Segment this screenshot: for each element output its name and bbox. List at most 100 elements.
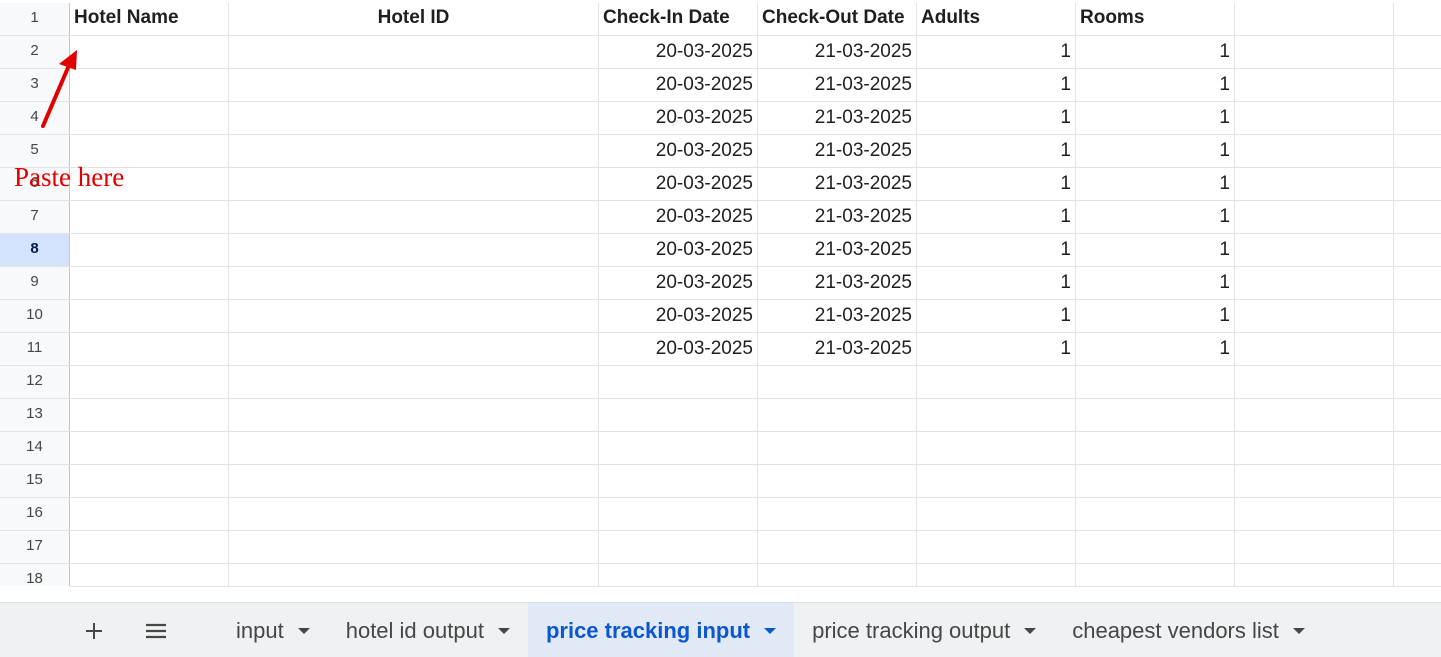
check-in-cell[interactable]: 20-03-2025 xyxy=(599,201,758,233)
row-number[interactable]: 12 xyxy=(0,366,70,398)
check-in-cell[interactable]: 20-03-2025 xyxy=(599,135,758,167)
check-out-cell[interactable]: 21-03-2025 xyxy=(758,201,917,233)
adults-cell[interactable]: 1 xyxy=(917,102,1076,134)
grid-cell[interactable] xyxy=(599,498,758,530)
grid-cell[interactable] xyxy=(1394,564,1441,586)
grid-cell[interactable] xyxy=(917,366,1076,398)
row-number[interactable]: 10 xyxy=(0,300,70,332)
row-number[interactable]: 14 xyxy=(0,432,70,464)
header-check-in-date[interactable]: Check-In Date xyxy=(599,3,758,35)
rooms-cell[interactable]: 1 xyxy=(1076,267,1235,299)
grid-cell[interactable] xyxy=(1235,564,1394,586)
check-out-cell[interactable]: 21-03-2025 xyxy=(758,102,917,134)
grid-cell[interactable] xyxy=(599,399,758,431)
grid-cell[interactable] xyxy=(1235,36,1394,68)
check-out-cell[interactable]: 21-03-2025 xyxy=(758,36,917,68)
grid-cell[interactable] xyxy=(70,366,229,398)
grid-cell[interactable] xyxy=(1394,333,1441,365)
check-out-cell[interactable]: 21-03-2025 xyxy=(758,333,917,365)
hotel-id-cell[interactable] xyxy=(229,267,599,299)
grid-cell[interactable] xyxy=(1394,399,1441,431)
grid-cell[interactable] xyxy=(1235,234,1394,266)
grid-cell[interactable] xyxy=(229,432,599,464)
header-rooms[interactable]: Rooms xyxy=(1076,3,1235,35)
grid-cell[interactable] xyxy=(758,498,917,530)
grid-cell[interactable] xyxy=(1235,168,1394,200)
grid-cell[interactable] xyxy=(70,399,229,431)
caret-down-icon[interactable] xyxy=(1292,627,1305,634)
check-out-cell[interactable]: 21-03-2025 xyxy=(758,300,917,332)
hotel-name-cell[interactable] xyxy=(70,201,229,233)
grid-cell[interactable] xyxy=(758,465,917,497)
grid-cell[interactable] xyxy=(229,531,599,563)
grid-cell[interactable] xyxy=(1394,201,1441,233)
grid-cell[interactable] xyxy=(70,498,229,530)
rooms-cell[interactable]: 1 xyxy=(1076,234,1235,266)
grid-cell[interactable] xyxy=(1076,399,1235,431)
grid-cell[interactable] xyxy=(758,531,917,563)
rooms-cell[interactable]: 1 xyxy=(1076,300,1235,332)
rooms-cell[interactable]: 1 xyxy=(1076,168,1235,200)
adults-cell[interactable]: 1 xyxy=(917,201,1076,233)
grid-cell[interactable] xyxy=(1235,531,1394,563)
row-number[interactable]: 7 xyxy=(0,201,70,233)
header-empty[interactable] xyxy=(1235,3,1394,35)
hotel-id-cell[interactable] xyxy=(229,234,599,266)
grid-cell[interactable] xyxy=(70,531,229,563)
adults-cell[interactable]: 1 xyxy=(917,333,1076,365)
grid-cell[interactable] xyxy=(1394,168,1441,200)
grid-cell[interactable] xyxy=(70,432,229,464)
grid-cell[interactable] xyxy=(229,399,599,431)
check-out-cell[interactable]: 21-03-2025 xyxy=(758,234,917,266)
grid-cell[interactable] xyxy=(917,564,1076,586)
caret-down-icon[interactable] xyxy=(497,627,510,634)
grid-cell[interactable] xyxy=(599,465,758,497)
grid-cell[interactable] xyxy=(70,564,229,586)
grid-cell[interactable] xyxy=(599,366,758,398)
hotel-id-cell[interactable] xyxy=(229,333,599,365)
hotel-name-cell[interactable] xyxy=(70,69,229,101)
add-sheet-button[interactable] xyxy=(72,603,116,657)
check-in-cell[interactable]: 20-03-2025 xyxy=(599,333,758,365)
check-in-cell[interactable]: 20-03-2025 xyxy=(599,102,758,134)
row-number[interactable]: 16 xyxy=(0,498,70,530)
grid-cell[interactable] xyxy=(1394,366,1441,398)
grid-cell[interactable] xyxy=(1235,201,1394,233)
grid-cell[interactable] xyxy=(1394,498,1441,530)
check-in-cell[interactable]: 20-03-2025 xyxy=(599,267,758,299)
grid-cell[interactable] xyxy=(1235,333,1394,365)
grid-cell[interactable] xyxy=(1394,432,1441,464)
grid-cell[interactable] xyxy=(917,498,1076,530)
grid-cell[interactable] xyxy=(229,498,599,530)
grid-cell[interactable] xyxy=(1235,366,1394,398)
hotel-id-cell[interactable] xyxy=(229,201,599,233)
grid-cell[interactable] xyxy=(758,432,917,464)
grid-cell[interactable] xyxy=(1235,300,1394,332)
grid-cell[interactable] xyxy=(758,366,917,398)
check-in-cell[interactable]: 20-03-2025 xyxy=(599,36,758,68)
row-number[interactable]: 15 xyxy=(0,465,70,497)
rooms-cell[interactable]: 1 xyxy=(1076,201,1235,233)
check-in-cell[interactable]: 20-03-2025 xyxy=(599,168,758,200)
check-out-cell[interactable]: 21-03-2025 xyxy=(758,168,917,200)
row-number[interactable]: 17 xyxy=(0,531,70,563)
row-number[interactable]: 18 xyxy=(0,564,70,586)
grid-cell[interactable] xyxy=(1235,399,1394,431)
adults-cell[interactable]: 1 xyxy=(917,36,1076,68)
hotel-name-cell[interactable] xyxy=(70,36,229,68)
grid-cell[interactable] xyxy=(1394,36,1441,68)
hotel-name-cell[interactable] xyxy=(70,300,229,332)
hotel-id-cell[interactable] xyxy=(229,102,599,134)
grid-cell[interactable] xyxy=(917,432,1076,464)
grid-cell[interactable] xyxy=(1235,498,1394,530)
rooms-cell[interactable]: 1 xyxy=(1076,36,1235,68)
tab-cheapest-vendors-list[interactable]: cheapest vendors list xyxy=(1054,603,1323,657)
header-hotel-id[interactable]: Hotel ID xyxy=(229,3,599,35)
check-out-cell[interactable]: 21-03-2025 xyxy=(758,267,917,299)
grid-cell[interactable] xyxy=(1394,69,1441,101)
adults-cell[interactable]: 1 xyxy=(917,267,1076,299)
grid-cell[interactable] xyxy=(1394,300,1441,332)
grid-cell[interactable] xyxy=(1394,267,1441,299)
hotel-id-cell[interactable] xyxy=(229,69,599,101)
grid-cell[interactable] xyxy=(599,564,758,586)
